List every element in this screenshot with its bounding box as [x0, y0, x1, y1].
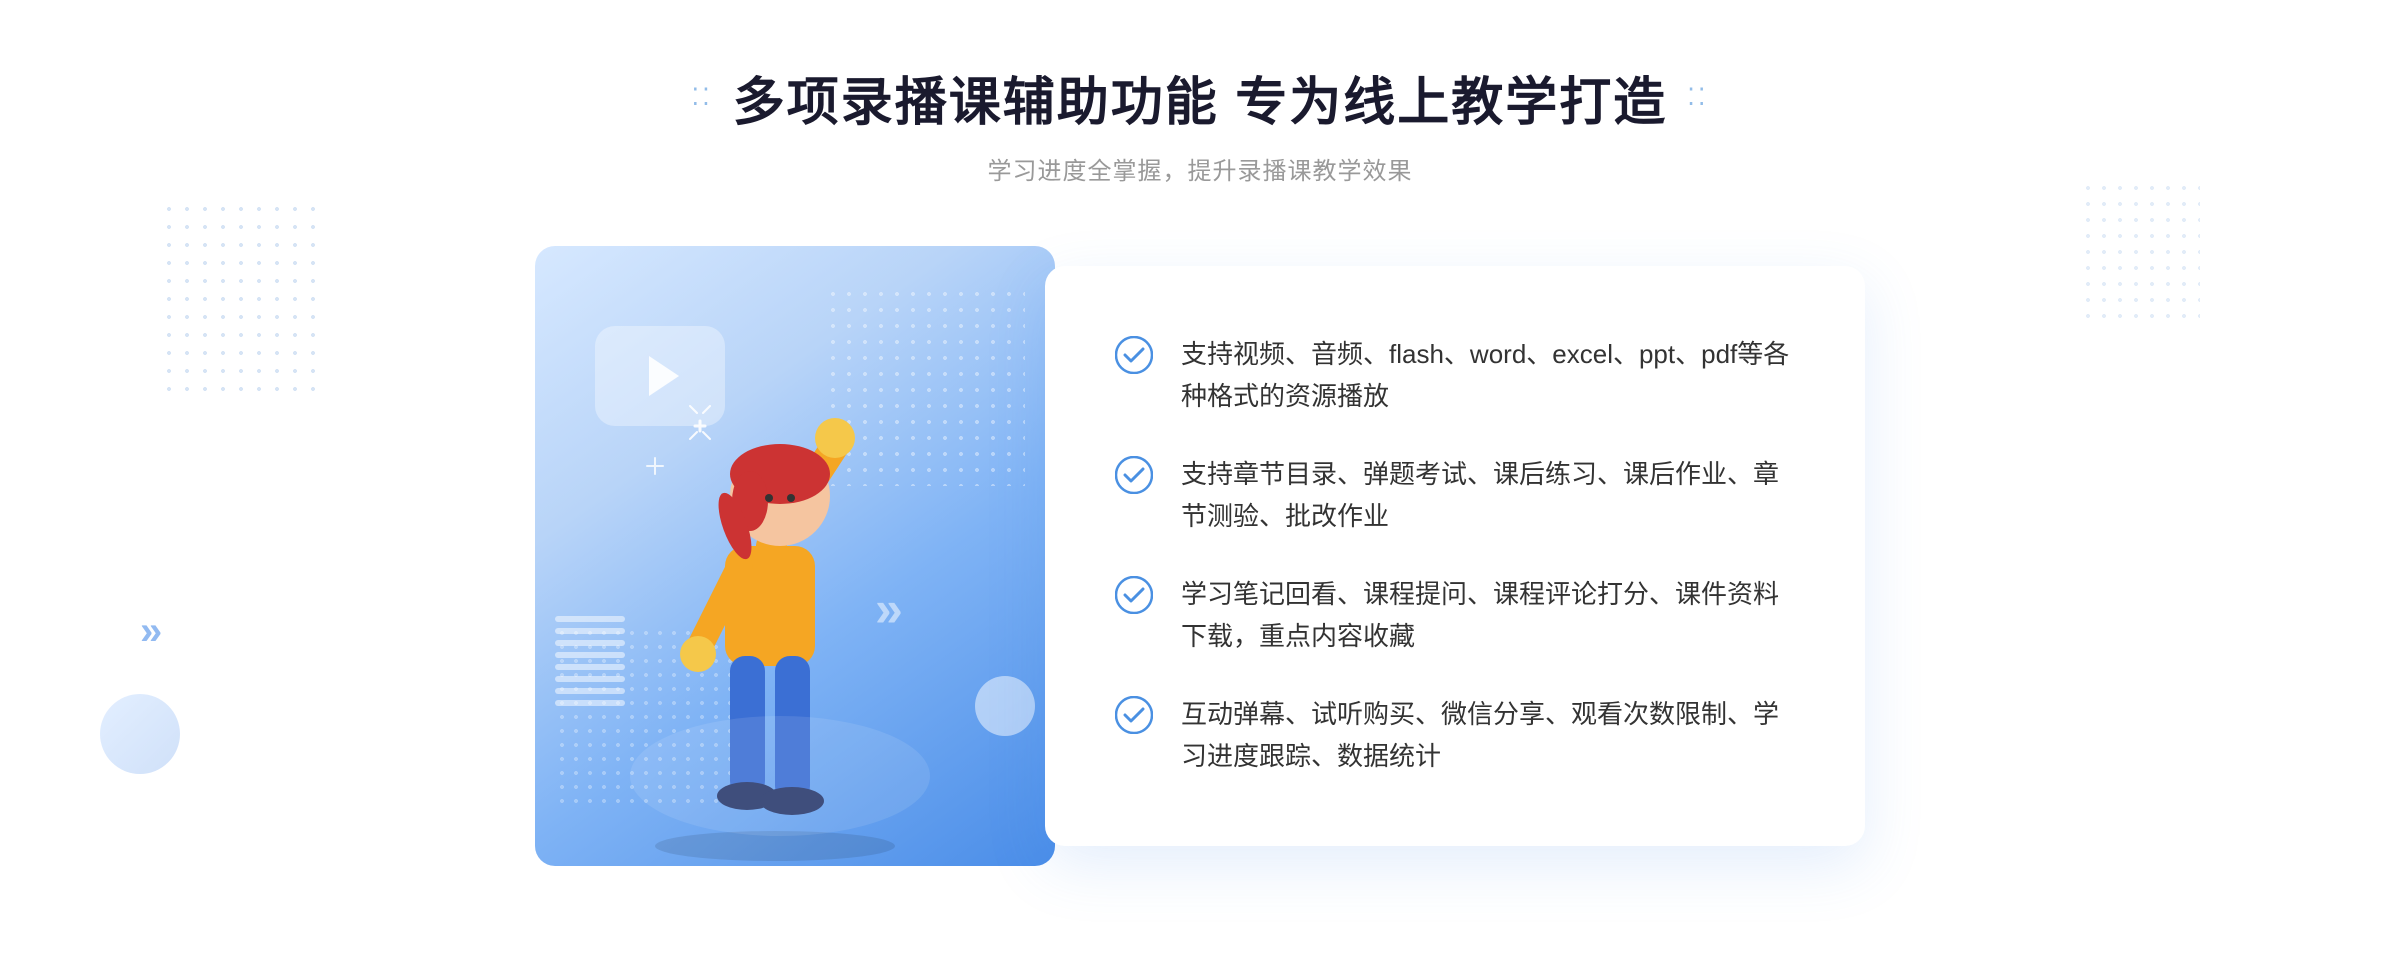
feature-item-2: 支持章节目录、弹题考试、课后练习、课后作业、章节测验、批改作业	[1115, 454, 1795, 537]
bg-dots-right	[2080, 180, 2200, 320]
feature-text-2: 支持章节目录、弹题考试、课后练习、课后作业、章节测验、批改作业	[1181, 454, 1795, 537]
page-subtitle: 学习进度全掌握，提升录播课教学效果	[987, 151, 1412, 186]
feature-item-3: 学习笔记回看、课程提问、课程评论打分、课件资料下载，重点内容收藏	[1115, 574, 1795, 657]
bg-dots-left	[160, 200, 320, 400]
illustration-card: »	[535, 246, 1055, 866]
dots-left-icon: ⁚⁚	[692, 83, 713, 112]
feature-item-1: 支持视频、音频、flash、word、excel、ppt、pdf等各种格式的资源…	[1115, 334, 1795, 417]
shape-circle	[975, 676, 1035, 736]
feature-text-3: 学习笔记回看、课程提问、课程评论打分、课件资料下载，重点内容收藏	[1181, 574, 1795, 657]
feature-text-4: 互动弹幕、试听购买、微信分享、观看次数限制、学习进度跟踪、数据统计	[1181, 694, 1795, 777]
feature-item-4: 互动弹幕、试听购买、微信分享、观看次数限制、学习进度跟踪、数据统计	[1115, 694, 1795, 777]
title-row: ⁚⁚ 多项录播课辅助功能 专为线上教学打造 ⁚⁚	[692, 60, 1709, 135]
bg-circle-left	[100, 694, 180, 774]
dots-right-icon: ⁚⁚	[1687, 83, 1708, 112]
left-chevrons-icon: »	[140, 609, 162, 654]
check-icon-1	[1115, 336, 1153, 374]
page-title: 多项录播课辅助功能 专为线上教学打造	[733, 60, 1667, 135]
check-icon-4	[1115, 696, 1153, 734]
feature-text-1: 支持视频、音频、flash、word、excel、ppt、pdf等各种格式的资源…	[1181, 334, 1795, 417]
features-card: 支持视频、音频、flash、word、excel、ppt、pdf等各种格式的资源…	[1045, 266, 1865, 846]
header-section: ⁚⁚ 多项录播课辅助功能 专为线上教学打造 ⁚⁚ 学习进度全掌握，提升录播课教学…	[692, 60, 1709, 186]
svg-text:»: »	[875, 581, 903, 637]
check-icon-3	[1115, 576, 1153, 614]
content-area: » 支持视频、音频、flash、word、excel、ppt、pdf等各种格式的…	[500, 246, 1900, 866]
page-container: » ⁚⁚ 多项录播课辅助功能 专为线上教学打造 ⁚⁚ 学习进度全掌握，提升录播课…	[0, 0, 2400, 974]
check-icon-2	[1115, 456, 1153, 494]
person-illustration: »	[595, 326, 975, 866]
